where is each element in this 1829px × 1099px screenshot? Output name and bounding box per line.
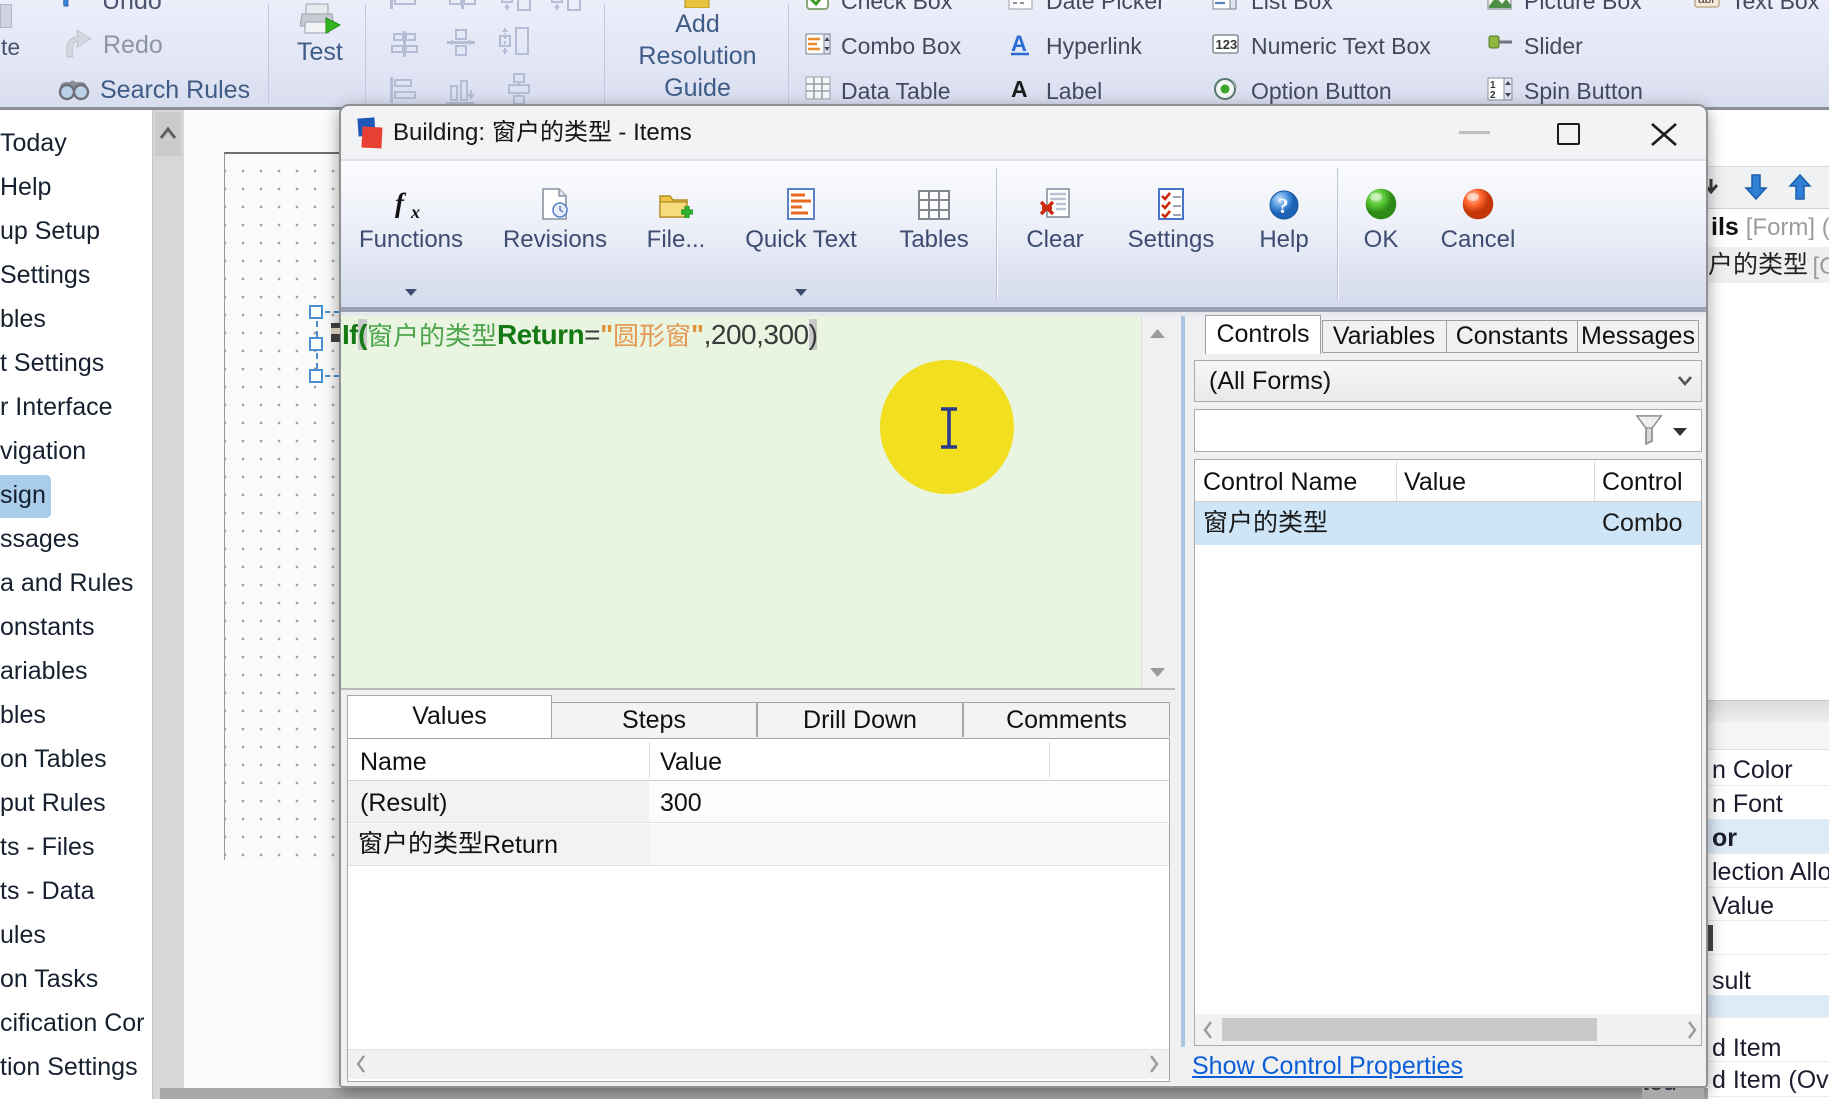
svg-text:A: A bbox=[1011, 76, 1028, 102]
svg-text:123: 123 bbox=[1216, 37, 1238, 52]
svg-text:?: ? bbox=[1278, 194, 1289, 218]
svg-text:abl: abl bbox=[1698, 0, 1714, 6]
svg-text:x: x bbox=[410, 202, 420, 222]
svg-text:A: A bbox=[1011, 31, 1027, 56]
svg-text:2: 2 bbox=[1490, 90, 1496, 101]
svg-text:f: f bbox=[395, 190, 407, 218]
